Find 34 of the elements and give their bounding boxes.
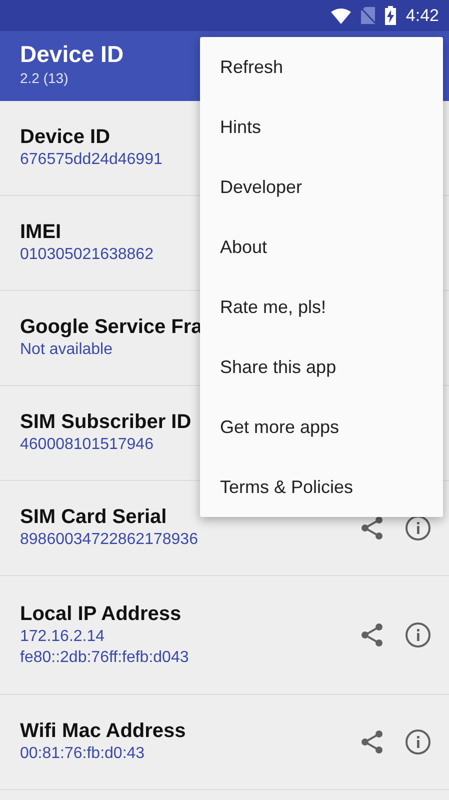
info-icon[interactable] — [405, 729, 431, 755]
menu-item[interactable]: Hints — [200, 97, 443, 157]
row-value: 00:81:76:fb:d0:43 — [20, 744, 146, 764]
no-sim-icon — [360, 7, 375, 24]
row-value: 89860034722862178936 — [20, 530, 198, 550]
row-value: fe80::2db:76ff:fefb:d043 — [20, 648, 189, 668]
row-value: 460008101517946 — [20, 435, 154, 456]
row-title: SIM Subscriber ID — [20, 410, 192, 436]
menu-item[interactable]: Terms & Policies — [200, 457, 443, 517]
app-version: 2.2 (13) — [20, 70, 68, 87]
menu-item[interactable]: Share this app — [200, 337, 443, 397]
app-title: Device ID — [20, 41, 124, 69]
row-value: Not available — [20, 340, 114, 360]
row-value: 172.16.2.14 — [20, 626, 106, 647]
row-title: Device ID — [20, 125, 112, 150]
share-icon[interactable] — [361, 730, 383, 754]
clock-time: 4:42 — [406, 4, 439, 27]
battery-charging-icon — [384, 6, 396, 25]
row-value: 010305021638862 — [20, 245, 154, 266]
menu-item[interactable]: Get more apps — [200, 397, 443, 457]
menu-item[interactable]: Refresh — [200, 37, 443, 97]
menu-item[interactable]: Rate me, pls! — [200, 277, 443, 337]
share-icon[interactable] — [361, 516, 383, 540]
row-title: Local IP Address — [20, 602, 182, 627]
info-icon[interactable] — [405, 622, 431, 648]
row-title: Wifi Mac Address — [20, 719, 186, 744]
menu-item[interactable]: Developer — [200, 157, 443, 217]
wifi-icon — [330, 8, 351, 24]
row-title: SIM Card Serial — [20, 505, 168, 530]
row-value: 676575dd24d46991 — [20, 150, 162, 170]
menu-item[interactable]: About — [200, 217, 443, 277]
share-icon[interactable] — [361, 623, 383, 647]
info-icon[interactable] — [405, 515, 431, 541]
row-title: IMEI — [20, 220, 62, 246]
